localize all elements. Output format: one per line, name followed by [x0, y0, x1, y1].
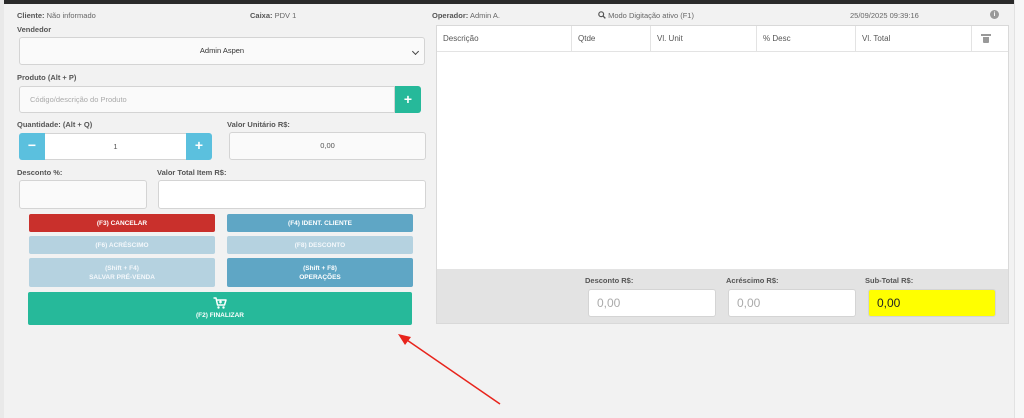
- annotation-arrow: [398, 334, 501, 405]
